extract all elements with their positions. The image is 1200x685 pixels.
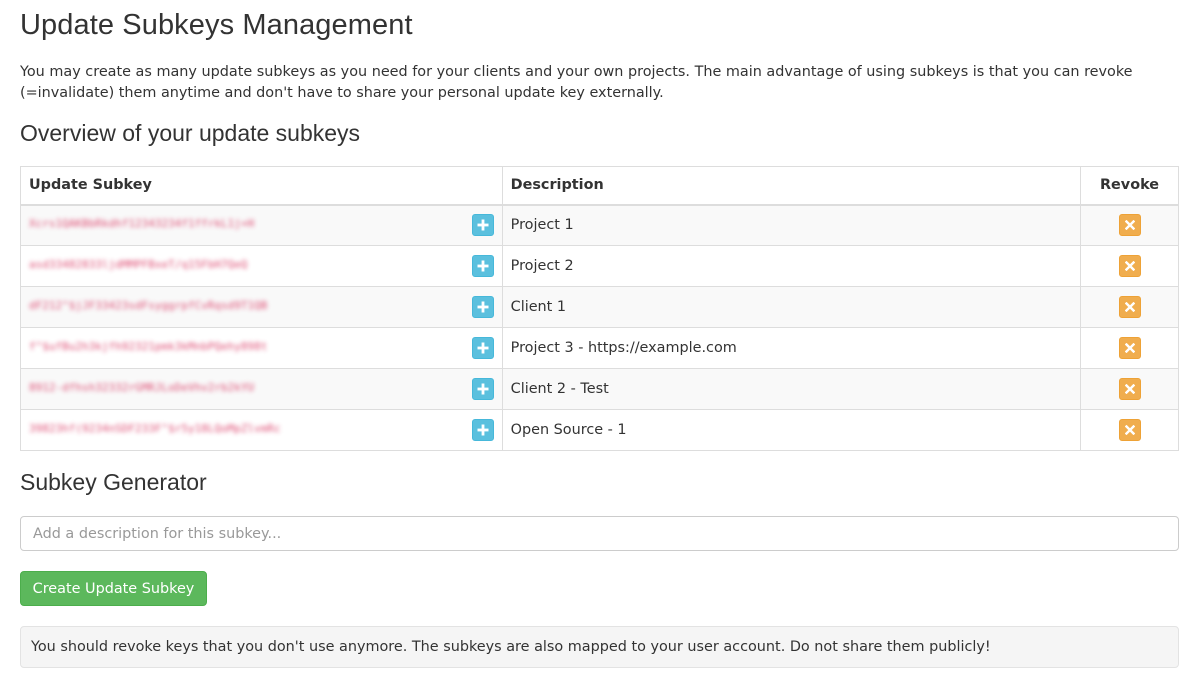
subkey-value: dF212"$jJF33423sdFsyggrpfCvRqsd9T1QB	[29, 298, 268, 312]
plus-icon	[477, 424, 489, 436]
close-icon	[1124, 425, 1135, 435]
page: Update Subkeys Management You may create…	[0, 0, 1200, 685]
description-cell: Client 1	[501, 286, 1082, 328]
subkeys-table: Update Subkey Description Revoke Xcrs1QA…	[20, 166, 1179, 451]
plus-icon	[477, 301, 489, 313]
overview-heading: Overview of your update subkeys	[20, 120, 361, 146]
plus-icon	[477, 383, 489, 395]
revoke-notice: You should revoke keys that you don't us…	[20, 626, 1179, 668]
subkey-cell: dF212"$jJF33423sdFsyggrpfCvRqsd9T1QB	[20, 286, 503, 328]
subkey-value: Xcrs1QAKBbRkdhf12343234f1ffrkL1j+H	[29, 216, 255, 230]
revoke-subkey-button[interactable]	[1118, 296, 1141, 318]
revoke-cell	[1080, 327, 1179, 369]
column-header-description: Description	[501, 166, 1082, 206]
table-row: asd33482833ljdMMPFBxeT/q15FbH7QeQ Project…	[20, 245, 1179, 287]
table-row: 39823hf(9234nSDF233F"$r5y18LQoMpZlvmRc Op…	[20, 409, 1179, 451]
description-cell: Open Source - 1	[501, 409, 1082, 451]
subkey-value: f"$ufBu2h3kjfh92321pmk3kMnbPQehy898t	[29, 339, 268, 353]
revoke-subkey-button[interactable]	[1118, 378, 1141, 400]
plus-icon	[477, 260, 489, 272]
table-row: 8912-dfhsh32332rGMRJLoDeVhv2rb2kYU Client…	[20, 368, 1179, 410]
subkey-cell: f"$ufBu2h3kjfh92321pmk3kMnbPQehy898t	[20, 327, 503, 369]
table-header-row: Update Subkey Description Revoke	[20, 166, 1179, 206]
copy-subkey-button[interactable]	[471, 419, 494, 441]
revoke-cell	[1080, 286, 1179, 328]
copy-subkey-button[interactable]	[471, 296, 494, 318]
subkey-description-input[interactable]	[20, 516, 1179, 551]
subkeys-table-body: Xcrs1QAKBbRkdhf12343234f1ffrkL1j+H Projec…	[20, 204, 1179, 451]
copy-subkey-button[interactable]	[471, 214, 494, 237]
plus-icon	[477, 342, 489, 354]
page-title: Update Subkeys Management	[20, 9, 413, 41]
column-header-subkey: Update Subkey	[20, 166, 503, 206]
description-cell: Project 3 - https://example.com	[501, 327, 1082, 369]
revoke-subkey-button[interactable]	[1118, 337, 1141, 359]
revoke-subkey-button[interactable]	[1118, 214, 1141, 237]
copy-subkey-button[interactable]	[471, 255, 494, 277]
subkey-value: 8912-dfhsh32332rGMRJLoDeVhv2rb2kYU	[29, 380, 255, 394]
revoke-cell	[1080, 409, 1179, 451]
subkey-cell: Xcrs1QAKBbRkdhf12343234f1ffrkL1j+H	[20, 204, 503, 246]
close-icon	[1124, 261, 1135, 271]
table-row: dF212"$jJF33423sdFsyggrpfCvRqsd9T1QB Clie…	[20, 286, 1179, 328]
revoke-notice-text: You should revoke keys that you don't us…	[31, 639, 991, 655]
subkey-value: asd33482833ljdMMPFBxeT/q15FbH7QeQ	[29, 257, 248, 271]
revoke-cell	[1080, 245, 1179, 287]
subkey-cell: asd33482833ljdMMPFBxeT/q15FbH7QeQ	[20, 245, 503, 287]
column-header-revoke: Revoke	[1080, 166, 1179, 206]
intro-text: You may create as many update subkeys as…	[20, 64, 1133, 101]
table-row: Xcrs1QAKBbRkdhf12343234f1ffrkL1j+H Projec…	[20, 204, 1179, 246]
subkey-value: 39823hf(9234nSDF233F"$r5y18LQoMpZlvmRc	[29, 421, 281, 435]
generator-heading: Subkey Generator	[20, 469, 207, 495]
description-cell: Client 2 - Test	[501, 368, 1082, 410]
close-icon	[1124, 302, 1135, 312]
copy-subkey-button[interactable]	[471, 337, 494, 359]
revoke-cell	[1080, 204, 1179, 246]
create-update-subkey-button[interactable]: Create Update Subkey	[20, 571, 207, 606]
close-icon	[1124, 343, 1135, 353]
plus-icon	[477, 219, 489, 231]
subkey-cell: 39823hf(9234nSDF233F"$r5y18LQoMpZlvmRc	[20, 409, 503, 451]
table-row: f"$ufBu2h3kjfh92321pmk3kMnbPQehy898t Proj…	[20, 327, 1179, 369]
close-icon	[1124, 220, 1135, 231]
revoke-subkey-button[interactable]	[1118, 419, 1141, 441]
close-icon	[1124, 384, 1135, 394]
revoke-cell	[1080, 368, 1179, 410]
description-cell: Project 1	[501, 204, 1082, 246]
copy-subkey-button[interactable]	[471, 378, 494, 400]
subkey-cell: 8912-dfhsh32332rGMRJLoDeVhv2rb2kYU	[20, 368, 503, 410]
description-cell: Project 2	[501, 245, 1082, 287]
revoke-subkey-button[interactable]	[1118, 255, 1141, 277]
